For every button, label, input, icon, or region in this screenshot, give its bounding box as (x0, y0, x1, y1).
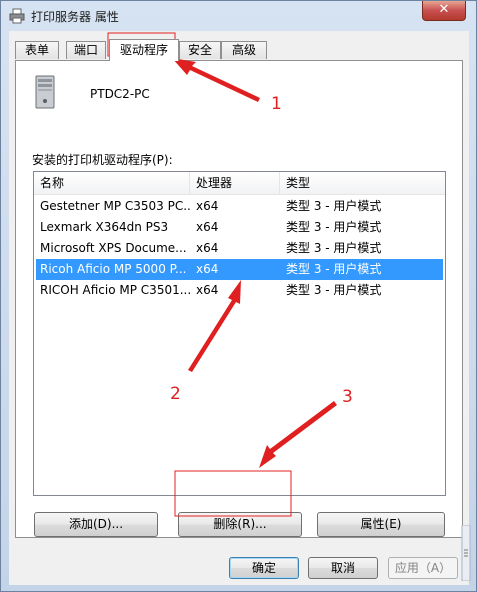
server-name: PTDC2-PC (90, 87, 150, 101)
column-header-processor[interactable]: 处理器 (190, 172, 280, 194)
tab-ports[interactable]: 端口 (66, 41, 106, 59)
driver-processor-cell: x64 (196, 241, 219, 255)
dialog-client: 表单 端口 驱动程序 安全 高级 PTDC2-PC 安装的打印机驱动程序(P):… (9, 31, 469, 585)
title-bar[interactable]: 打印服务器 属性 ✕ (1, 1, 477, 31)
driver-processor-cell: x64 (196, 283, 219, 297)
close-button[interactable]: ✕ (422, 1, 466, 21)
ok-button[interactable]: 确定 (229, 557, 299, 579)
driver-type-cell: 类型 3 - 用户模式 (286, 241, 382, 255)
driver-properties-button[interactable]: 属性(E) (317, 512, 445, 537)
tab-drivers[interactable]: 驱动程序 (109, 39, 179, 61)
print-server-properties-window: 打印服务器 属性 ✕ 表单 端口 驱动程序 安全 高级 PTDC2-PC 安装的… (0, 0, 477, 592)
driver-row[interactable]: Ricoh Aficio MP 5000 P... x64 类型 3 - 用户模式 (36, 259, 443, 280)
driver-row[interactable]: Lexmark X364dn PS3 x64 类型 3 - 用户模式 (36, 217, 443, 238)
tab-security[interactable]: 安全 (179, 41, 221, 59)
list-header: 名称 处理器 类型 (34, 172, 445, 195)
resize-grip-icon[interactable] (461, 525, 471, 581)
annotation-number-2: 2 (170, 384, 181, 404)
tab-forms[interactable]: 表单 (15, 41, 59, 59)
column-header-name[interactable]: 名称 (34, 172, 190, 194)
annotation-number-1: 1 (271, 94, 282, 114)
driver-name-cell: Gestetner MP C3503 PC... (40, 199, 190, 213)
driver-row[interactable]: Gestetner MP C3503 PC... x64 类型 3 - 用户模式 (36, 196, 443, 217)
driver-type-cell: 类型 3 - 用户模式 (286, 283, 382, 297)
remove-driver-button[interactable]: 删除(R)... (178, 512, 302, 537)
driver-processor-cell: x64 (196, 262, 219, 276)
driver-type-cell: 类型 3 - 用户模式 (286, 262, 382, 276)
drivers-panel: PTDC2-PC 安装的打印机驱动程序(P): 名称 处理器 类型 Gestet… (15, 60, 463, 538)
printer-icon (9, 8, 25, 24)
driver-row[interactable]: RICOH Aficio MP C3501... x64 类型 3 - 用户模式 (36, 280, 443, 301)
drivers-list[interactable]: 名称 处理器 类型 Gestetner MP C3503 PC... x64 类型 … (33, 171, 446, 496)
driver-name-cell: RICOH Aficio MP C3501... (40, 283, 190, 297)
installed-drivers-label: 安装的打印机驱动程序(P): (32, 153, 173, 167)
cancel-button[interactable]: 取消 (308, 557, 378, 579)
driver-processor-cell: x64 (196, 199, 219, 213)
tab-advanced[interactable]: 高级 (221, 41, 267, 59)
server-computer-icon (35, 75, 55, 109)
driver-type-cell: 类型 3 - 用户模式 (286, 220, 382, 234)
annotation-number-3: 3 (342, 387, 353, 407)
driver-name-cell: Lexmark X364dn PS3 (40, 220, 169, 234)
driver-type-cell: 类型 3 - 用户模式 (286, 199, 382, 213)
driver-name-cell: Ricoh Aficio MP 5000 P... (40, 262, 187, 276)
window-title: 打印服务器 属性 (31, 10, 119, 24)
column-header-type[interactable]: 类型 (280, 172, 445, 194)
apply-button[interactable]: 应用（A） (388, 557, 458, 579)
add-driver-button[interactable]: 添加(D)... (34, 512, 158, 537)
driver-row[interactable]: Microsoft XPS Docume... x64 类型 3 - 用户模式 (36, 238, 443, 259)
driver-name-cell: Microsoft XPS Docume... (40, 241, 187, 255)
driver-processor-cell: x64 (196, 220, 219, 234)
